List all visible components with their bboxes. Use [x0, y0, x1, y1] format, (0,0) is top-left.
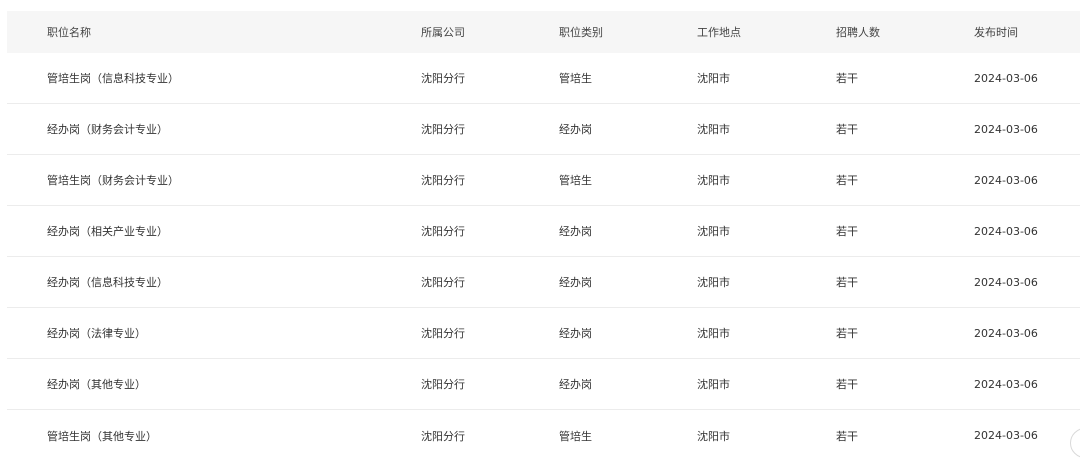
company-cell: 沈阳分行 [421, 72, 465, 85]
company-cell: 沈阳分行 [421, 276, 465, 289]
category-cell: 管培生 [559, 429, 592, 443]
location-cell: 沈阳市 [697, 276, 730, 289]
table-row[interactable]: 经办岗（其他专业） 沈阳分行 经办岗 沈阳市 若干 2024-03-06 [7, 359, 1080, 410]
table-row[interactable]: 管培生岗（信息科技专业） 沈阳分行 管培生 沈阳市 若干 2024-03-06 [7, 53, 1080, 104]
table-row[interactable]: 经办岗（信息科技专业） 沈阳分行 经办岗 沈阳市 若干 2024-03-06 [7, 257, 1080, 308]
job-title-link[interactable]: 经办岗（信息科技专业） [7, 274, 382, 290]
category-cell: 经办岗 [559, 225, 592, 238]
company-cell: 沈阳分行 [421, 327, 465, 340]
category-cell: 经办岗 [559, 378, 592, 391]
headcount-cell: 若干 [836, 378, 858, 391]
publish-date-cell: 2024-03-06 [974, 429, 1038, 442]
location-cell: 沈阳市 [697, 378, 730, 391]
category-cell: 经办岗 [559, 123, 592, 136]
location-cell: 沈阳市 [697, 123, 730, 136]
category-cell: 管培生 [559, 174, 592, 187]
company-cell: 沈阳分行 [421, 123, 465, 136]
job-listing-page: 职位名称 所属公司 职位类别 工作地点 招聘人数 发布时间 管培生岗（信息科技专… [0, 0, 1080, 468]
category-cell: 经办岗 [559, 276, 592, 289]
job-title-link[interactable]: 经办岗（相关产业专业） [7, 223, 382, 239]
publish-date-cell: 2024-03-06 [974, 326, 1038, 340]
publish-date-cell: 2024-03-06 [974, 71, 1038, 85]
publish-date-cell: 2024-03-06 [974, 173, 1038, 187]
header-publish-date: 发布时间 [974, 26, 1018, 39]
headcount-cell: 若干 [836, 72, 858, 85]
job-title-link[interactable]: 经办岗（财务会计专业） [7, 121, 382, 137]
location-cell: 沈阳市 [697, 429, 730, 443]
table-row[interactable]: 管培生岗（其他专业） 沈阳分行 管培生 沈阳市 若干 2024-03-06 [7, 410, 1080, 461]
category-cell: 管培生 [559, 72, 592, 85]
publish-date-cell: 2024-03-06 [974, 122, 1038, 136]
header-work-location: 工作地点 [697, 26, 741, 39]
publish-date-cell: 2024-03-06 [974, 377, 1038, 391]
company-cell: 沈阳分行 [421, 174, 465, 187]
publish-date-cell: 2024-03-06 [974, 275, 1038, 289]
publish-date-cell: 2024-03-06 [974, 224, 1038, 238]
job-table: 职位名称 所属公司 职位类别 工作地点 招聘人数 发布时间 管培生岗（信息科技专… [7, 11, 1080, 461]
table-header-row: 职位名称 所属公司 职位类别 工作地点 招聘人数 发布时间 [7, 11, 1080, 53]
headcount-cell: 若干 [836, 225, 858, 238]
header-job-category: 职位类别 [559, 26, 603, 39]
job-title-link[interactable]: 经办岗（其他专业） [7, 376, 382, 392]
job-title-link[interactable]: 管培生岗（财务会计专业） [7, 172, 382, 188]
headcount-cell: 若干 [836, 429, 858, 443]
headcount-cell: 若干 [836, 276, 858, 289]
location-cell: 沈阳市 [697, 225, 730, 238]
job-title-link[interactable]: 管培生岗（其他专业） [7, 428, 382, 444]
header-job-title: 职位名称 [47, 26, 91, 39]
table-row[interactable]: 管培生岗（财务会计专业） 沈阳分行 管培生 沈阳市 若干 2024-03-06 [7, 155, 1080, 206]
location-cell: 沈阳市 [697, 174, 730, 187]
table-row[interactable]: 经办岗（相关产业专业） 沈阳分行 经办岗 沈阳市 若干 2024-03-06 [7, 206, 1080, 257]
company-cell: 沈阳分行 [421, 378, 465, 391]
headcount-cell: 若干 [836, 174, 858, 187]
location-cell: 沈阳市 [697, 72, 730, 85]
headcount-cell: 若干 [836, 123, 858, 136]
header-company: 所属公司 [421, 26, 465, 39]
job-title-link[interactable]: 管培生岗（信息科技专业） [7, 70, 382, 86]
company-cell: 沈阳分行 [421, 225, 465, 238]
job-title-link[interactable]: 经办岗（法律专业） [7, 325, 382, 341]
location-cell: 沈阳市 [697, 327, 730, 340]
table-row[interactable]: 经办岗（法律专业） 沈阳分行 经办岗 沈阳市 若干 2024-03-06 [7, 308, 1080, 359]
headcount-cell: 若干 [836, 327, 858, 340]
table-row[interactable]: 经办岗（财务会计专业） 沈阳分行 经办岗 沈阳市 若干 2024-03-06 [7, 104, 1080, 155]
header-headcount: 招聘人数 [836, 26, 880, 39]
company-cell: 沈阳分行 [421, 429, 465, 443]
category-cell: 经办岗 [559, 327, 592, 340]
